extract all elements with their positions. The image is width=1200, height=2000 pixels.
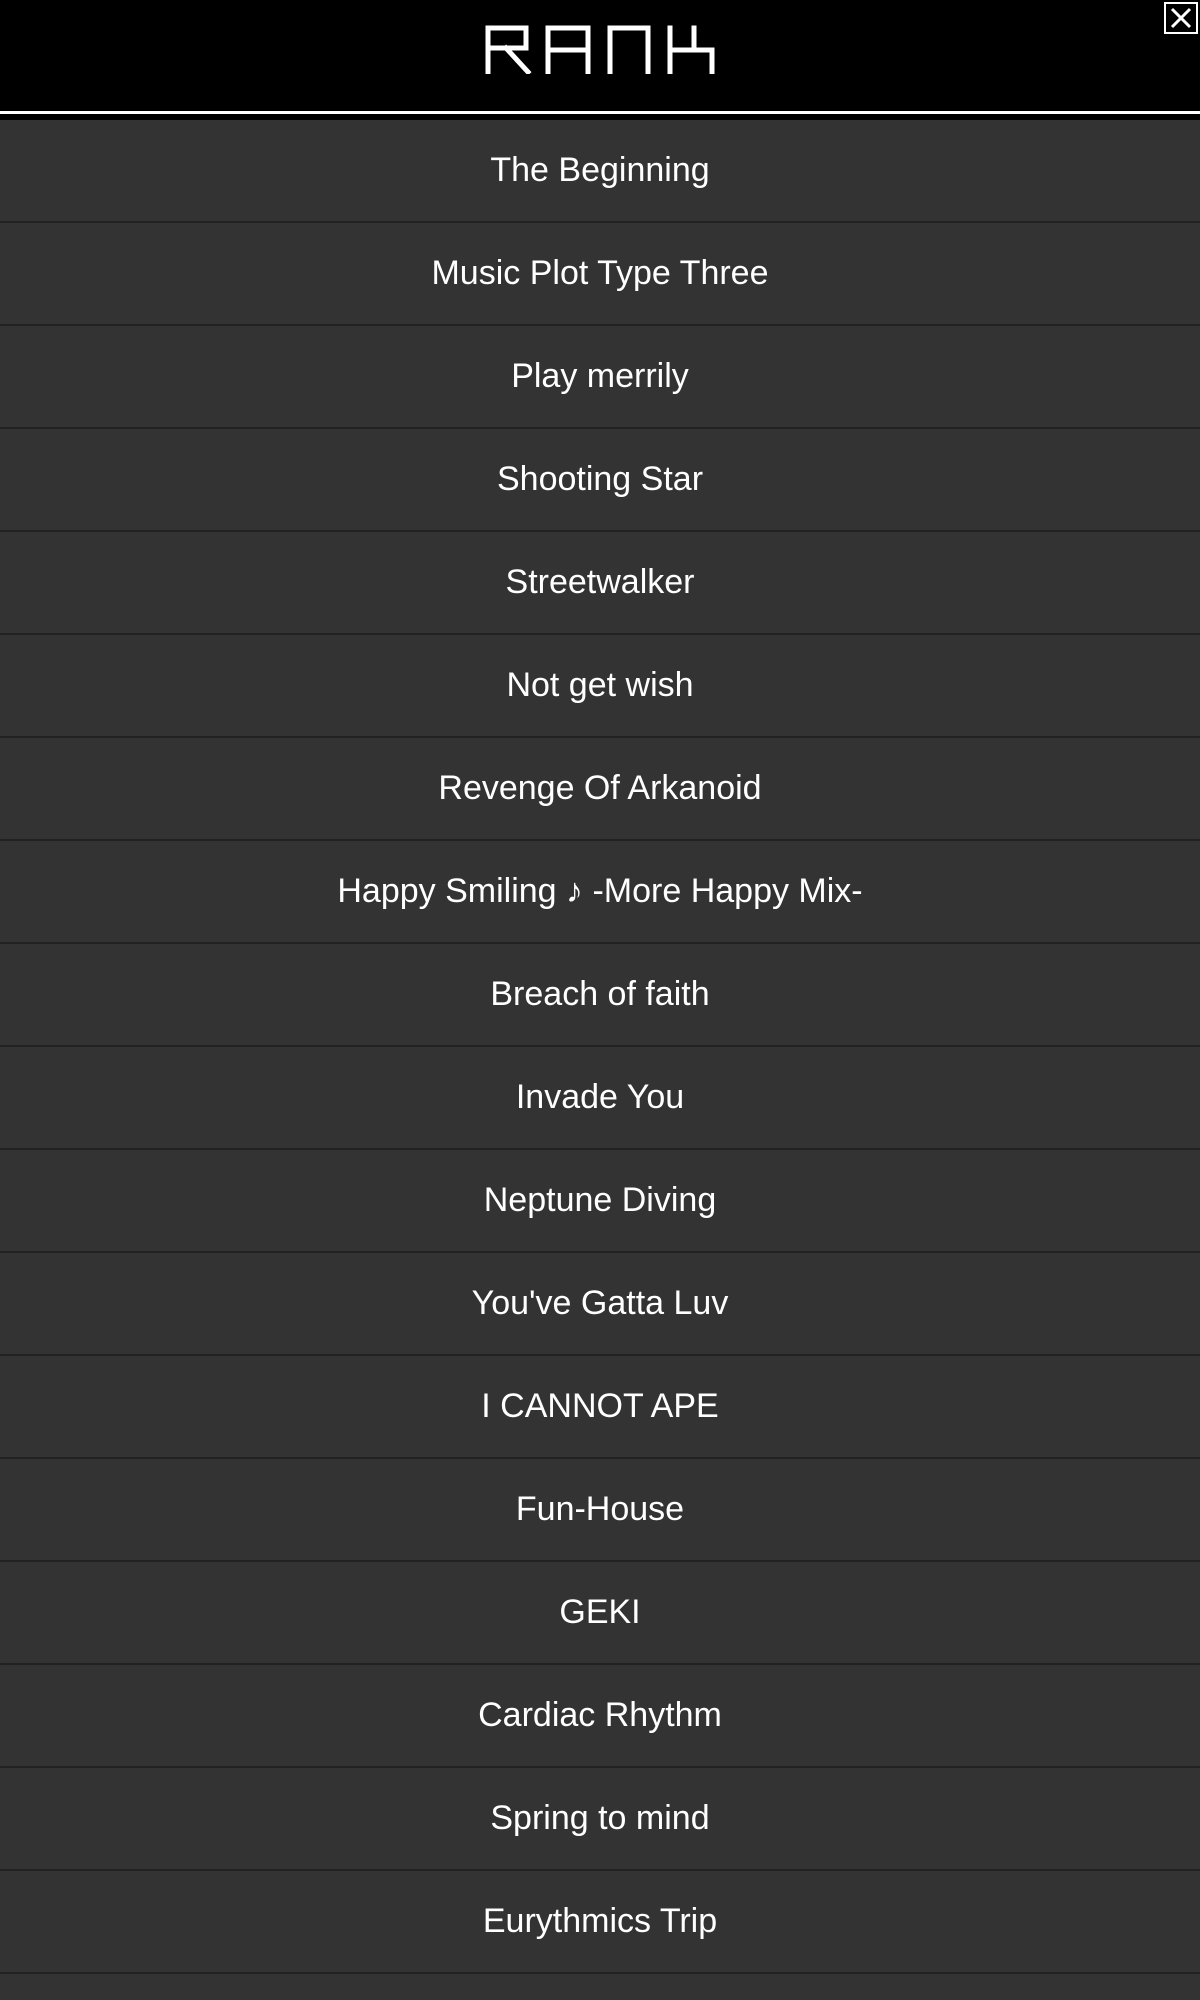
track-item[interactable]: Eurythmics Trip bbox=[0, 1871, 1200, 1974]
track-item[interactable]: The Beginning bbox=[0, 120, 1200, 223]
track-item[interactable]: Revenge Of Arkanoid bbox=[0, 738, 1200, 841]
track-item[interactable]: Neptune Diving bbox=[0, 1150, 1200, 1253]
rank-track-list: The Beginning Music Plot Type Three Play… bbox=[0, 120, 1200, 2000]
track-item[interactable]: Not get wish bbox=[0, 635, 1200, 738]
track-item[interactable]: Play merrily bbox=[0, 326, 1200, 429]
track-item[interactable]: Music Plot Type Three bbox=[0, 223, 1200, 326]
track-item[interactable]: Happy Smiling ♪ -More Happy Mix- bbox=[0, 841, 1200, 944]
header-divider bbox=[0, 111, 1200, 114]
track-item[interactable]: Streetwalker bbox=[0, 532, 1200, 635]
close-icon bbox=[1170, 7, 1192, 29]
track-item[interactable]: Fun-House bbox=[0, 1459, 1200, 1562]
rank-title-logo bbox=[485, 25, 715, 74]
track-item[interactable]: GEKI bbox=[0, 1562, 1200, 1665]
track-item[interactable]: Shooting Star bbox=[0, 429, 1200, 532]
track-item[interactable]: You've Gatta Luv bbox=[0, 1253, 1200, 1356]
header-bar bbox=[0, 0, 1200, 114]
track-item[interactable]: Cardiac Rhythm bbox=[0, 1665, 1200, 1768]
track-item[interactable]: Invade You bbox=[0, 1047, 1200, 1150]
track-item[interactable]: Breach of faith bbox=[0, 944, 1200, 1047]
track-item[interactable]: I CANNOT APE bbox=[0, 1356, 1200, 1459]
close-button[interactable] bbox=[1164, 2, 1198, 34]
track-item[interactable]: Spring to mind bbox=[0, 1768, 1200, 1871]
track-item[interactable] bbox=[0, 1974, 1200, 2000]
